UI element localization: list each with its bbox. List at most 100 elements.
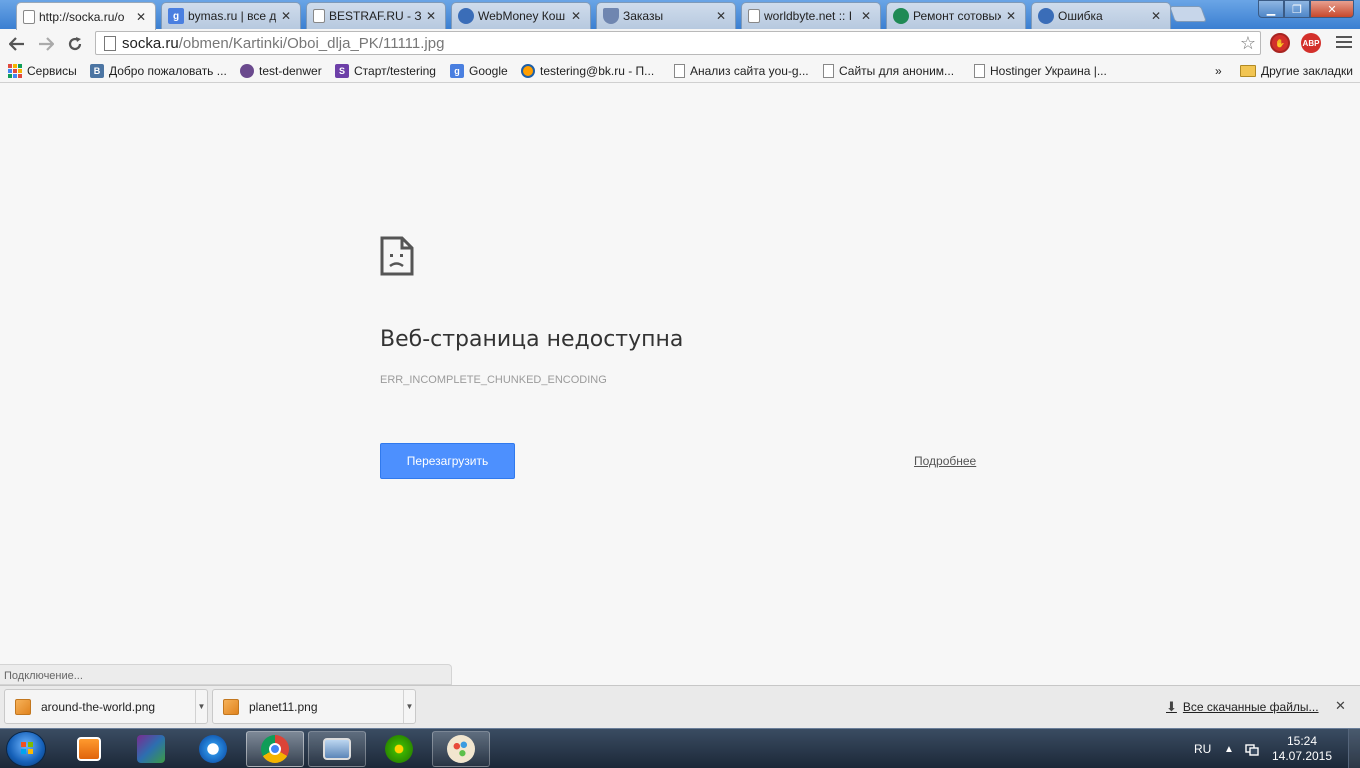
clock-date: 14.07.2015 [1271,749,1333,763]
close-icon[interactable]: ✕ [135,10,147,24]
bookmark-anon-sites[interactable]: Сайты для аноним... [823,62,954,79]
tab-bestraf[interactable]: BESTRAF.RU - За ✕ [306,2,446,29]
download-item[interactable]: planet11.png ▼ [212,689,416,724]
bookmark-hostinger[interactable]: Hostinger Украина |... [974,62,1107,79]
maximize-icon[interactable]: ❐ [1284,0,1310,18]
start-button[interactable] [6,731,46,767]
taskbar-icq[interactable] [370,731,428,767]
chevron-down-icon[interactable]: ▼ [195,690,207,723]
network-icon[interactable] [1245,729,1259,768]
chevron-down-icon[interactable]: ▼ [403,690,415,723]
tab-socka[interactable]: http://socka.ru/o ✕ [16,2,156,30]
new-tab-button[interactable] [1169,6,1207,22]
reload-button[interactable]: Перезагрузить [380,443,515,479]
details-link[interactable]: Подробнее [914,454,976,468]
minimize-icon[interactable]: ▁ [1258,0,1284,18]
tab-bymas[interactable]: g bymas.ru | все д ✕ [161,2,301,29]
icq-flower-icon [385,735,413,763]
bookmark-site-analysis[interactable]: Анализ сайта you-g... [674,62,809,79]
tray-expand-icon[interactable]: ▲ [1224,729,1234,768]
bookmarks-bar: Сервисы B Добро пожаловать ... test-denw… [0,58,1360,83]
close-icon[interactable]: ✕ [1150,9,1162,23]
window-controls: ▁ ❐ ✕ [1258,0,1354,18]
taskbar-computer[interactable] [308,731,366,767]
green-icon [893,8,909,24]
show-desktop-button[interactable] [1348,729,1360,768]
adblock-icon[interactable]: ✋ [1270,33,1290,53]
taskbar-chrome[interactable] [246,731,304,767]
internet-explorer-icon [199,735,227,763]
reload-icon[interactable] [64,33,86,55]
bookmark-mail[interactable]: testering@bk.ru - П... [521,62,654,79]
close-icon[interactable]: ✕ [860,9,872,23]
taskbar-ie[interactable] [184,731,242,767]
back-icon[interactable] [6,33,28,55]
status-bubble: Подключение... [0,664,452,685]
close-window-icon[interactable]: ✕ [1310,0,1354,18]
close-icon[interactable]: ✕ [280,9,292,23]
close-icon[interactable]: ✕ [1005,9,1017,23]
address-bar[interactable]: socka.ru/obmen/Kartinki/Oboi_dlja_PK/111… [95,31,1261,55]
bookmark-google[interactable]: g Google [450,62,508,79]
taskbar-paint[interactable] [432,731,490,767]
close-icon[interactable]: ✕ [570,9,582,23]
shield-icon [603,8,619,24]
media-player-icon [77,737,101,761]
tab-orders[interactable]: Заказы ✕ [596,2,736,29]
tab-error[interactable]: Ошибка ✕ [1031,2,1171,29]
address-host: socka.ru [122,34,179,52]
error-code: ERR_INCOMPLETE_CHUNKED_ENCODING [380,374,607,386]
page-icon [313,9,325,23]
other-bookmarks-folder[interactable]: Другие закладки [1240,62,1353,79]
download-item[interactable]: around-the-world.png ▼ [4,689,208,724]
taskbar-winrar[interactable] [122,731,180,767]
all-downloads-link[interactable]: ⬇ Все скачанные файлы... [1166,699,1319,715]
bookmark-start-testering[interactable]: S Старт/testering [335,62,436,79]
close-icon[interactable]: ✕ [425,9,437,23]
error-title: Веб-страница недоступна [380,327,684,352]
s-icon: S [335,63,349,78]
page-content [0,84,1360,664]
folder-icon [1240,64,1256,77]
globe-icon [458,8,474,24]
adblock-plus-icon[interactable]: ABP [1301,33,1321,53]
chrome-icon [261,735,289,763]
bookmark-test-denwer[interactable]: test-denwer [240,62,322,79]
denwer-icon [240,63,254,78]
page-icon [23,9,35,24]
bookmark-star-icon[interactable]: ☆ [1240,33,1256,54]
tab-webmoney[interactable]: WebMoney Кош ✕ [451,2,591,29]
paint-palette-icon [447,735,475,763]
forward-icon[interactable] [35,33,57,55]
page-icon [823,63,834,78]
close-shelf-icon[interactable]: ✕ [1335,698,1346,714]
tab-title: WebMoney Кош [478,9,566,23]
bookmarks-overflow-button[interactable]: » [1215,62,1222,79]
apps-grid-icon [8,63,22,78]
page-icon [674,63,685,78]
tab-title: bymas.ru | все д [188,9,276,23]
download-arrow-icon: ⬇ [1166,699,1177,714]
menu-icon[interactable] [1336,34,1352,50]
tab-title: Ремонт сотовых [913,9,1001,23]
download-name: planet11.png [249,699,318,714]
taskbar-media-player[interactable] [60,731,118,767]
computer-icon [323,738,351,760]
language-indicator[interactable]: RU [1194,729,1211,768]
google-icon: g [450,63,464,78]
vk-icon: B [90,63,104,78]
globe-icon [1038,8,1054,24]
bookmark-services[interactable]: Сервисы [8,62,77,79]
google-icon: g [168,8,184,24]
image-file-icon [223,698,239,715]
tab-worldbyte[interactable]: worldbyte.net :: I ✕ [741,2,881,29]
page-icon [104,35,116,51]
tab-repair[interactable]: Ремонт сотовых ✕ [886,2,1026,29]
address-path: /obmen/Kartinki/Oboi_dlja_PK/11111.jpg [178,34,445,52]
sad-page-icon [380,236,414,276]
windows-logo-icon [21,742,33,754]
clock[interactable]: 15:24 14.07.2015 [1270,734,1334,764]
tab-strip: http://socka.ru/o ✕ g bymas.ru | все д ✕… [0,0,1360,30]
bookmark-vk[interactable]: B Добро пожаловать ... [90,62,227,79]
close-icon[interactable]: ✕ [715,9,727,23]
